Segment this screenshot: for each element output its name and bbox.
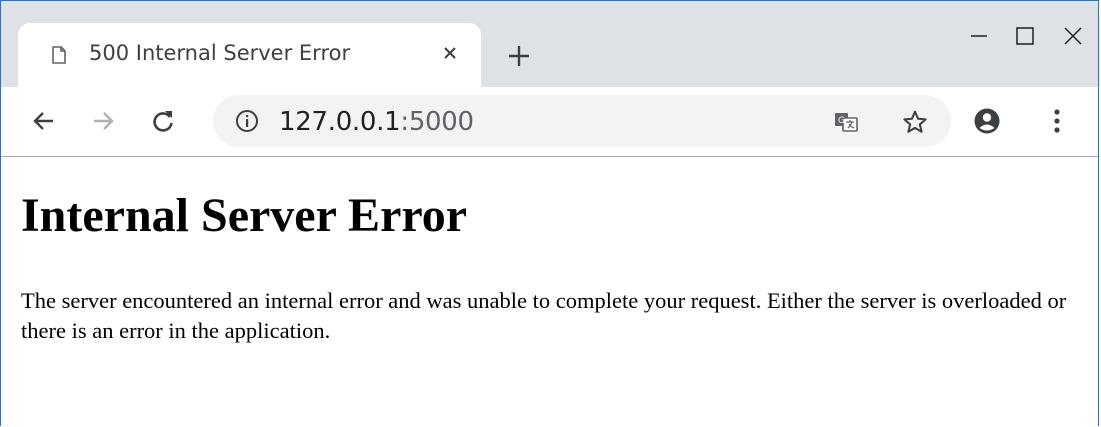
account-icon[interactable] — [969, 103, 1005, 139]
menu-kebab-icon[interactable] — [1039, 103, 1075, 139]
url-port: :5000 — [400, 107, 474, 137]
maximize-icon[interactable] — [1003, 19, 1047, 53]
url-host: 127.0.0.1 — [279, 107, 401, 137]
tab-active[interactable]: 500 Internal Server Error — [18, 23, 481, 87]
back-icon[interactable] — [26, 103, 62, 139]
url-text: 127.0.0.1:5000 — [279, 107, 474, 137]
tab-strip: 500 Internal Server Error — [1, 1, 1098, 87]
close-tab-icon[interactable] — [439, 42, 461, 64]
reload-icon[interactable] — [145, 103, 181, 139]
translate-icon[interactable]: G — [833, 109, 859, 135]
page-icon — [52, 46, 66, 64]
tab-title: 500 Internal Server Error — [89, 41, 351, 65]
info-icon[interactable] — [235, 109, 259, 138]
forward-icon[interactable] — [85, 103, 121, 139]
page-title: Internal Server Error — [21, 189, 468, 242]
bookmark-star-icon[interactable] — [902, 109, 928, 135]
window-close-icon[interactable] — [1051, 19, 1095, 53]
browser-toolbar: 127.0.0.1:5000 G — [1, 87, 1098, 157]
error-message: The server encountered an internal error… — [21, 288, 1067, 343]
page-content: Internal Server Error The server encount… — [1, 158, 1098, 427]
new-tab-icon[interactable] — [504, 41, 534, 71]
minimize-icon[interactable] — [957, 19, 1001, 53]
browser-window: 500 Internal Server Error 127.0.0.1:5000… — [0, 0, 1099, 427]
address-bar[interactable]: 127.0.0.1:5000 G — [213, 95, 951, 147]
svg-text:G: G — [838, 116, 845, 126]
